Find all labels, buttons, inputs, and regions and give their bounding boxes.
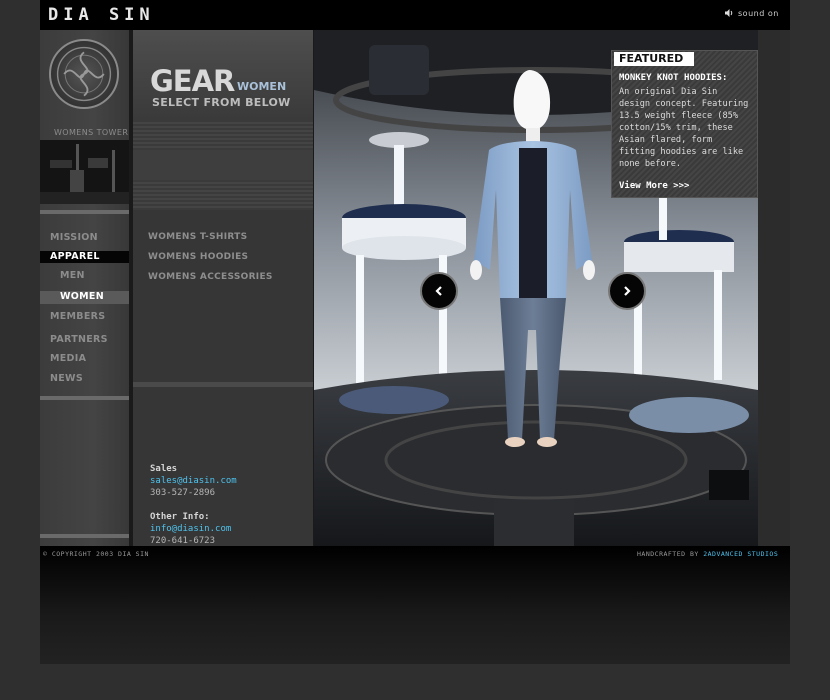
tower-label: WOMENS TOWER: [54, 128, 129, 137]
nav-mission[interactable]: MISSION: [50, 232, 98, 243]
info-phone: 720-641-6723: [150, 536, 216, 546]
emblem-icon: [49, 39, 119, 109]
credits-prefix: HANDCRAFTED BY: [637, 550, 704, 558]
chevron-right-icon: [621, 285, 633, 297]
sales-email-link[interactable]: sales@diasin.com: [150, 476, 237, 486]
nav-apparel[interactable]: APPAREL: [50, 251, 100, 262]
sidebar-divider: [40, 396, 129, 400]
featured-tag: FEATURED: [614, 52, 694, 66]
other-info-label: Other Info:: [150, 512, 210, 522]
subnav-womens-hoodies[interactable]: WOMENS HOODIES: [148, 252, 248, 262]
stripe-band: [133, 150, 313, 180]
nav-news[interactable]: NEWS: [50, 373, 83, 384]
sales-phone: 303-527-2896: [150, 488, 216, 498]
subnav-womens-tshirts[interactable]: WOMENS T-SHIRTS: [148, 232, 247, 242]
chevron-left-icon: [433, 285, 445, 297]
nav-men[interactable]: MEN: [60, 270, 85, 281]
copyright-text: © COPYRIGHT 2003 DIA SIN: [43, 550, 149, 558]
site-logo[interactable]: DIA SIN: [48, 5, 155, 25]
sidebar-divider: [40, 210, 129, 214]
next-arrow-button[interactable]: [608, 272, 646, 310]
speaker-icon: [724, 8, 734, 18]
page-title: GEAR: [150, 64, 235, 98]
footer: [40, 546, 790, 664]
info-email-link[interactable]: info@diasin.com: [150, 524, 231, 534]
studio-link[interactable]: 2ADVANCED STUDIOS: [703, 550, 778, 558]
nav-women[interactable]: WOMEN: [60, 291, 104, 302]
featured-title: MONKEY KNOT HOODIES:: [619, 73, 728, 83]
sound-toggle[interactable]: sound on: [724, 8, 779, 18]
panel-divider: [133, 382, 313, 387]
prev-arrow-button[interactable]: [420, 272, 458, 310]
view-more-link[interactable]: View More >>>: [619, 181, 689, 191]
right-edge: [758, 30, 790, 546]
credits-text: HANDCRAFTED BY 2ADVANCED STUDIOS: [637, 550, 778, 558]
nav-partners[interactable]: PARTNERS: [50, 334, 108, 345]
sidebar-divider: [40, 534, 129, 538]
page-subtitle: WOMEN: [237, 80, 287, 93]
nav-members[interactable]: MEMBERS: [50, 311, 105, 322]
sales-label: Sales: [150, 464, 178, 474]
tower-thumbnail[interactable]: [40, 140, 129, 204]
featured-description: An original Dia Sin design concept. Feat…: [619, 87, 749, 169]
subnav-womens-accessories[interactable]: WOMENS ACCESSORIES: [148, 272, 273, 282]
sound-label: sound on: [738, 8, 779, 18]
select-instruction: SELECT FROM BELOW: [152, 96, 291, 109]
nav-media[interactable]: MEDIA: [50, 353, 86, 364]
